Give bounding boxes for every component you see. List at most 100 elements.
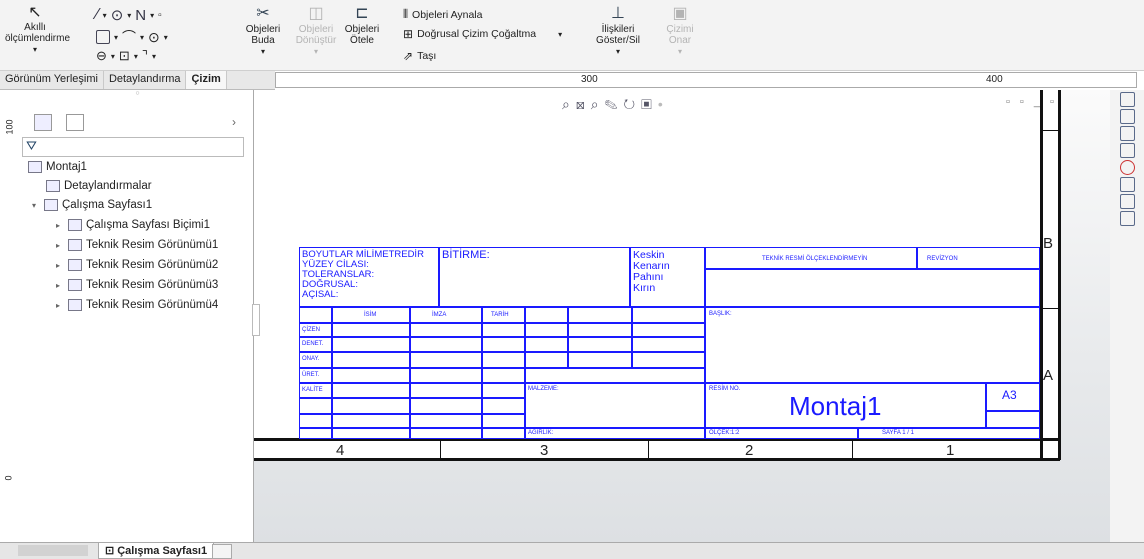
chevron-right-icon[interactable]: › <box>232 115 236 129</box>
tree-root[interactable]: Montaj1 <box>28 161 87 173</box>
arc-icon: ⌒ <box>122 29 137 45</box>
add-sheet-icon[interactable] <box>212 544 232 559</box>
previous-view-icon[interactable]: ⌕ <box>591 96 605 112</box>
move-button[interactable]: ⇗ Taşı <box>403 49 436 63</box>
tile-icon[interactable]: ▫ <box>1020 96 1034 108</box>
tree-item-view1[interactable]: ▸ Teknik Resim Görünümü1 <box>56 239 218 251</box>
tree-item-view3[interactable]: ▸ Teknik Resim Görünümü3 <box>56 279 218 291</box>
sheet-size: A3 <box>1002 388 1017 402</box>
sheet-border-outer-bottom <box>254 458 1060 461</box>
edges-note: Keskin Kenarın Pahını Kırın <box>633 249 670 294</box>
restore-icon[interactable]: ▫ <box>1006 96 1020 108</box>
title-block-line <box>704 268 1040 270</box>
trim-icon: ✂ <box>256 5 270 22</box>
display-icon[interactable]: ▣ <box>641 96 658 112</box>
forum-icon[interactable] <box>1119 194 1135 209</box>
tree-item-sheet1[interactable]: ▾ Çalışma Sayfası1 <box>32 199 152 211</box>
mirror-button[interactable]: ⫴ Objeleri Aynala <box>403 7 482 22</box>
drawing-number-label: RESİM NO. <box>709 386 741 392</box>
file-explorer-icon[interactable] <box>1119 126 1135 141</box>
custom-properties-icon[interactable] <box>1119 177 1135 192</box>
trim-button[interactable]: ✂ Objeleri Buda ▾ <box>243 4 283 57</box>
title-block-line <box>409 306 411 439</box>
assembly-drawing-icon <box>28 161 42 173</box>
tree-item-view2[interactable]: ▸ Teknik Resim Görünümü2 <box>56 259 218 271</box>
title-block-line <box>629 247 631 306</box>
sketch-shape-tools[interactable]: ▾ ⌒ ▾ ⊙ ▾ <box>96 27 168 47</box>
feature-manager-panel: ○ › ⛛ Montaj1 Detaylandırmalar ▾ Çalışma… <box>22 90 254 542</box>
relations-button[interactable]: ⊥ İlişkileri Göster/Sil ▾ <box>592 4 644 57</box>
messages-icon[interactable] <box>1119 211 1135 226</box>
revision-label: REVİZYON <box>927 256 958 262</box>
slot-icon: ⊖ <box>96 48 107 63</box>
convert-entities-button[interactable]: ◫ Objeleri Dönüştür ▾ <box>294 4 338 57</box>
sheet-border-right <box>1040 90 1043 460</box>
linear-pattern-button[interactable]: ⊞ Doğrusal Çizim Çoğaltma ▾ <box>403 27 562 41</box>
ruler-label-100: 100 <box>4 119 15 135</box>
tab-view-layout[interactable]: Görünüm Yerleşimi <box>0 71 104 89</box>
sheet-tab[interactable]: ⊡ Çalışma Sayfası1 <box>98 543 215 559</box>
sketch-line-tools[interactable]: ⁄ ▾ ⊙ ▾ Ν ▾ ▫ <box>96 6 162 24</box>
appearances-icon[interactable] <box>1119 160 1135 175</box>
smart-dimension-button[interactable]: ↖ Akıllı ölçümlendirme ▾ <box>4 4 70 55</box>
maximize-icon[interactable]: ▫ <box>1050 96 1064 108</box>
heads-up-toolbar[interactable]: ⌕⊠⌕✎↻▣• <box>562 96 669 113</box>
title-block-line <box>985 382 987 427</box>
weight-label: AĞIRLIK: <box>528 430 554 436</box>
sketch-slot-tools[interactable]: ⊖ ▾ ⊡ ▾ ⌝ ▾ <box>96 48 156 64</box>
zone-divider <box>648 441 649 459</box>
expand-icon[interactable]: ▾ <box>32 201 40 210</box>
collapse-icon[interactable]: ▸ <box>56 301 64 310</box>
ruler-label-0: 0 <box>3 475 14 481</box>
rectangle-icon <box>96 30 110 44</box>
sketch-icon[interactable]: ✎ <box>605 96 624 112</box>
circle-icon: ⊙ <box>110 7 124 24</box>
tree-item-annotations[interactable]: Detaylandırmalar <box>46 180 152 192</box>
offset-entities-button[interactable]: ⊏ Objeleri Ötele <box>342 4 382 46</box>
title-block-line <box>481 306 483 439</box>
zone-label-3: 3 <box>540 442 549 459</box>
more-icon[interactable]: • <box>658 96 669 112</box>
collapse-icon[interactable]: ▸ <box>56 241 64 250</box>
title-block-line <box>331 306 333 439</box>
tab-annotation[interactable]: Detaylandırma <box>104 71 187 89</box>
sheet-icon <box>44 199 58 211</box>
tree-item-sheet-format[interactable]: ▸ Çalışma Sayfası Biçimi1 <box>56 219 210 231</box>
zone-label-b: B <box>1043 235 1054 252</box>
tree-item-view4[interactable]: ▸ Teknik Resim Görünümü4 <box>56 299 218 311</box>
title-block-line <box>567 306 569 367</box>
drawing-canvas[interactable]: ⌕⊠⌕✎↻▣• ▫▫_▫ B A 4 3 2 1 BOYUTLAR MİLİME… <box>252 90 1110 542</box>
ruler-label-300: 300 <box>581 74 598 85</box>
tab-scroll-area[interactable] <box>18 545 88 556</box>
command-tabs: Görünüm Yerleşimi Detaylandırma Çizim <box>0 71 275 90</box>
property-tab-icon[interactable] <box>66 114 84 131</box>
resources-icon[interactable] <box>1119 109 1135 124</box>
zone-label-a: A <box>1043 367 1054 384</box>
zoom-area-icon[interactable]: ⊠ <box>576 96 591 112</box>
filter-bar[interactable]: ⛛ <box>22 137 244 157</box>
panel-grip[interactable]: ○ <box>22 90 253 98</box>
repair-sketch-button[interactable]: ▣ Çizimi Onar ▾ <box>656 4 704 57</box>
sheet-number-label: SAYFA 1 / 1 <box>882 430 914 436</box>
title-block-line <box>299 351 705 353</box>
window-controls[interactable]: ▫▫_▫ <box>1006 96 1064 108</box>
panel-collapse-handle[interactable] <box>252 304 260 336</box>
title-block-line <box>438 247 440 306</box>
dimensions-note: BOYUTLAR MİLİMETREDİR YÜZEY CİLASI: TOLE… <box>302 249 424 300</box>
collapse-icon[interactable]: ▸ <box>56 261 64 270</box>
collapse-icon[interactable]: ▸ <box>56 221 64 230</box>
name-header: İSİM <box>364 312 377 318</box>
filter-icon: ⛛ <box>26 138 37 153</box>
offset-icon: ⊏ <box>355 5 369 22</box>
move-icon: ⇗ <box>403 49 414 63</box>
command-ribbon: ↖ Akıllı ölçümlendirme ▾ ⁄ ▾ ⊙ ▾ Ν ▾ ▫ ▾ ⌒ ▾… <box>0 0 1144 71</box>
chamfer-icon: ⌝ <box>141 48 148 63</box>
home-icon[interactable] <box>1119 92 1135 107</box>
tab-sketch[interactable]: Çizim <box>186 71 227 89</box>
rotate-icon[interactable]: ↻ <box>623 96 641 112</box>
drawing-view-icon <box>68 239 82 251</box>
feature-tree-tab-icon[interactable] <box>34 114 52 131</box>
view-palette-icon[interactable] <box>1119 143 1135 158</box>
collapse-icon[interactable]: ▸ <box>56 281 64 290</box>
zoom-fit-icon[interactable]: ⌕ <box>562 96 576 112</box>
